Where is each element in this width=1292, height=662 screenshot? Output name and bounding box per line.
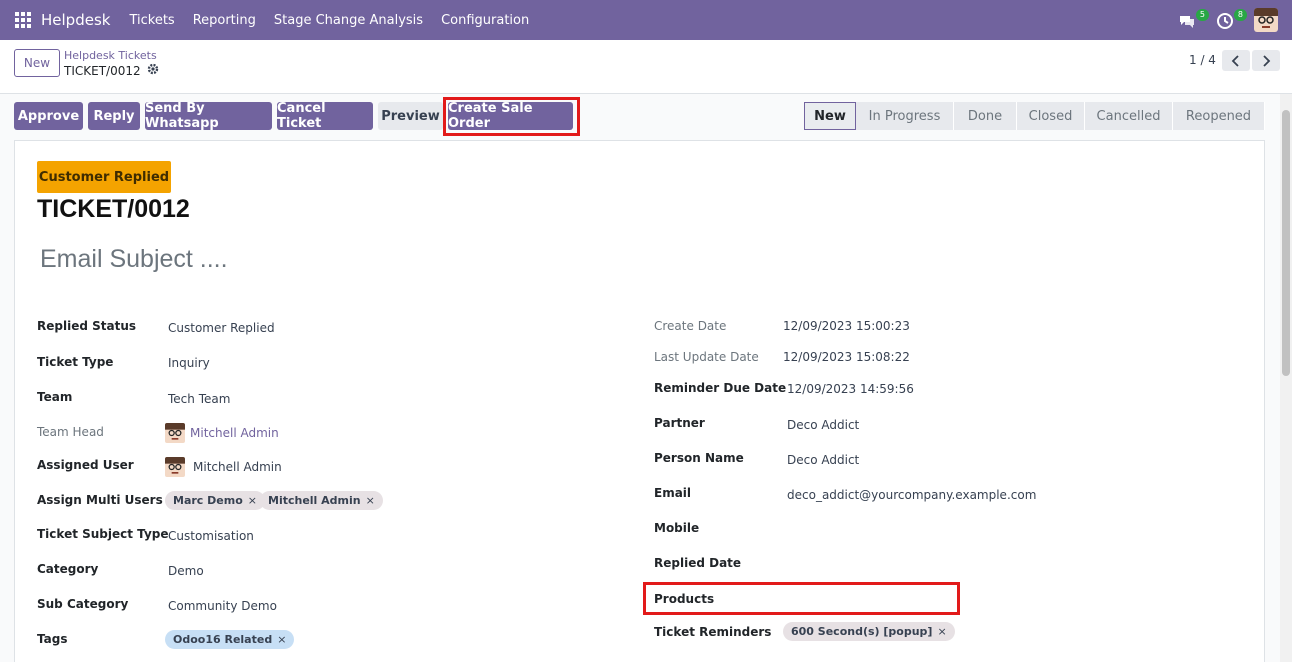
cancel-ticket-button[interactable]: Cancel Ticket [277,101,373,131]
user-avatar[interactable] [1254,8,1278,32]
label-replied-status: Replied Status [37,319,136,333]
label-tags: Tags [37,632,68,646]
main-menu: Tickets Reporting Stage Change Analysis … [120,13,538,28]
gear-icon[interactable] [147,63,159,78]
value-email[interactable]: deco_addict@yourcompany.example.com [787,488,1036,502]
multi-user-tag[interactable]: Marc Demo × [165,491,265,510]
label-assigned-user: Assigned User [37,458,134,472]
pager-previous-button[interactable] [1222,50,1250,71]
multi-user-tag-label: Marc Demo [173,494,243,507]
label-partner: Partner [654,416,705,430]
app-brand[interactable]: Helpdesk [41,11,110,29]
stage-closed[interactable]: Closed [1017,102,1085,130]
label-team: Team [37,390,73,404]
remove-tag-icon[interactable]: × [937,625,946,638]
chevron-left-icon [1231,54,1239,67]
breadcrumb-current: TICKET/0012 [64,63,159,78]
approve-button[interactable]: Approve [14,102,83,130]
email-subject-input[interactable]: Email Subject .... [40,245,228,274]
team-head-avatar [165,423,185,443]
replied-status-ribbon: Customer Replied [37,161,171,193]
value-person-name[interactable]: Deco Addict [787,453,859,467]
label-ticket-type: Ticket Type [37,355,114,369]
pager-value[interactable]: 1 / 4 [1189,53,1216,67]
value-ticket-subject-type[interactable]: Customisation [168,529,254,543]
remove-tag-icon[interactable]: × [248,494,257,507]
value-partner[interactable]: Deco Addict [787,418,859,432]
label-sub-category: Sub Category [37,597,129,611]
label-ticket-subject-type: Ticket Subject Type [37,527,169,541]
remove-tag-icon[interactable]: × [277,633,286,646]
label-last-update-date: Last Update Date [654,350,759,364]
value-replied-status[interactable]: Customer Replied [168,321,275,335]
label-category: Category [37,562,99,576]
pager-next-button[interactable] [1252,50,1280,71]
activity-clock-icon[interactable]: 8 [1216,9,1247,31]
stage-reopened[interactable]: Reopened [1173,102,1265,130]
value-assigned-user[interactable]: Mitchell Admin [193,460,282,474]
menu-reporting[interactable]: Reporting [184,13,265,28]
stage-statusbar: New In Progress Done Closed Cancelled Re… [804,102,1265,130]
label-email: Email [654,486,692,500]
value-last-update-date: 12/09/2023 15:08:22 [783,350,910,364]
menu-tickets[interactable]: Tickets [120,13,183,28]
scrollbar-thumb[interactable] [1282,110,1290,376]
label-team-head: Team Head [37,425,104,439]
control-panel: New Helpdesk Tickets TICKET/0012 1 / 4 [0,40,1292,94]
breadcrumb-current-label: TICKET/0012 [64,63,141,78]
label-mobile: Mobile [654,521,700,535]
reply-button[interactable]: Reply [88,102,140,130]
label-assign-multi-users: Assign Multi Users [37,493,163,507]
stage-in-progress[interactable]: In Progress [856,102,954,130]
value-team[interactable]: Tech Team [168,392,230,406]
label-reminder-due-date: Reminder Due Date [654,381,787,395]
menu-stage-change-analysis[interactable]: Stage Change Analysis [265,13,432,28]
assigned-user-avatar [165,457,185,477]
value-reminder-due-date[interactable]: 12/09/2023 14:59:56 [787,382,914,396]
activity-badge: 8 [1233,9,1247,21]
stage-done[interactable]: Done [954,102,1017,130]
label-person-name: Person Name [654,451,744,465]
multi-user-tag-label: Mitchell Admin [268,494,361,507]
label-create-date: Create Date [654,319,727,333]
label-replied-date: Replied Date [654,556,742,570]
chevron-right-icon [1263,54,1271,67]
value-category[interactable]: Demo [168,564,204,578]
tag-pill-label: Odoo16 Related [173,633,273,646]
tag-pill[interactable]: Odoo16 Related × [165,630,295,649]
new-button[interactable]: New [14,49,60,77]
label-ticket-reminders: Ticket Reminders [654,625,772,639]
apps-menu-icon[interactable] [15,12,31,28]
preview-button[interactable]: Preview [378,102,443,130]
messages-icon[interactable]: 5 [1178,9,1209,31]
stage-cancelled[interactable]: Cancelled [1085,102,1173,130]
value-ticket-type[interactable]: Inquiry [168,356,210,370]
reminder-tag-label: 600 Second(s) [popup] [791,625,933,638]
systray: 5 8 [1178,0,1292,40]
ticket-number: TICKET/0012 [37,195,190,223]
menu-configuration[interactable]: Configuration [432,13,538,28]
breadcrumb-parent[interactable]: Helpdesk Tickets [64,49,157,62]
send-whatsapp-button[interactable]: Send By Whatsapp [145,101,272,131]
highlight-products [643,582,960,615]
value-create-date: 12/09/2023 15:00:23 [783,319,910,333]
stage-new[interactable]: New [804,102,856,130]
reminder-tag[interactable]: 600 Second(s) [popup] × [783,622,955,641]
highlight-sale-order [443,97,580,136]
remove-tag-icon[interactable]: × [366,494,375,507]
value-team-head[interactable]: Mitchell Admin [190,426,279,440]
value-sub-category[interactable]: Community Demo [168,599,277,613]
multi-user-tag[interactable]: Mitchell Admin × [260,491,383,510]
top-navbar: Helpdesk Tickets Reporting Stage Change … [0,0,1292,40]
messages-badge: 5 [1195,9,1209,21]
